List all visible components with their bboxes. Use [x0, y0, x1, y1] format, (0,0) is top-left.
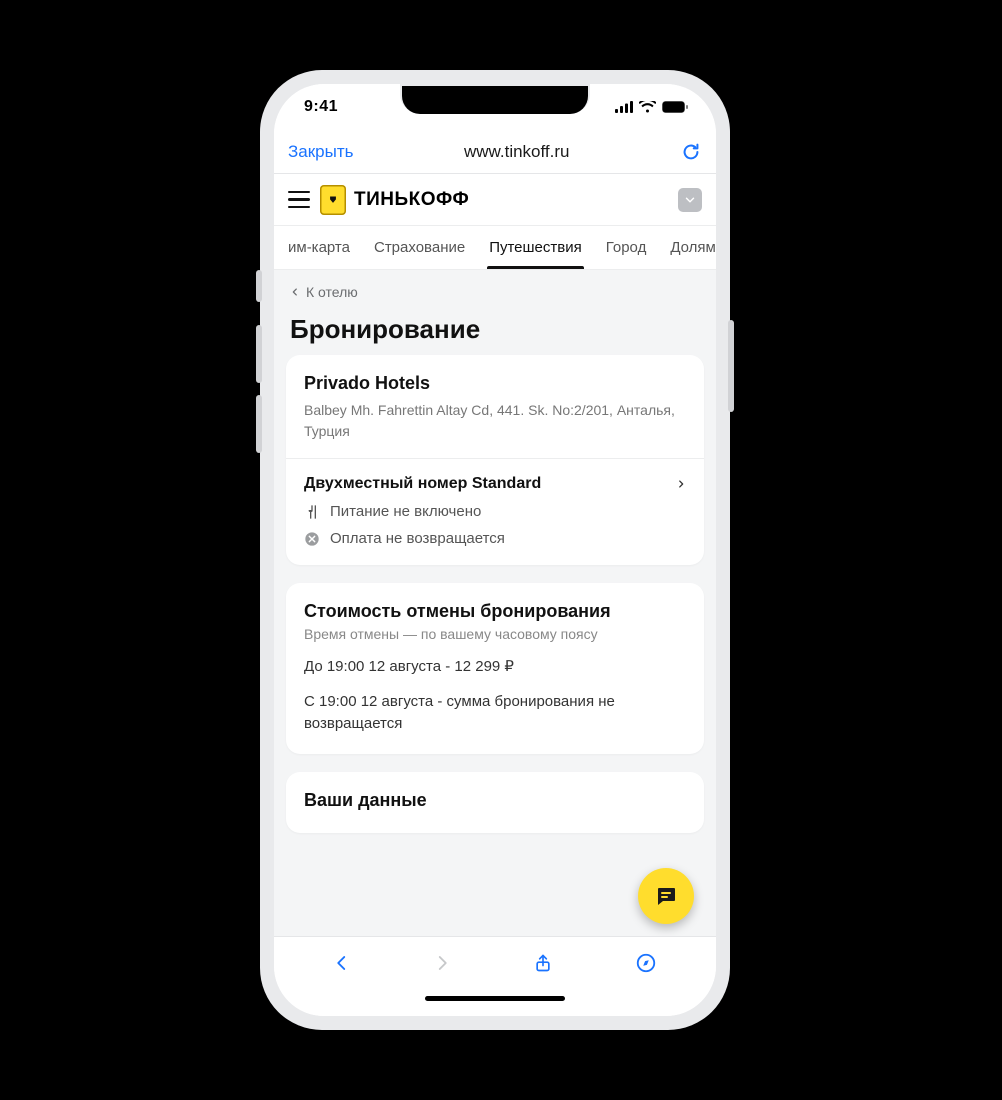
chevron-left-icon [333, 951, 351, 975]
browser-back-button[interactable] [333, 951, 351, 975]
chevron-right-icon [676, 477, 686, 491]
browser-tabs-button[interactable] [635, 952, 657, 974]
your-data-card: Ваши данные [286, 772, 704, 833]
x-circle-icon [304, 531, 320, 547]
room-row[interactable]: Двухместный номер Standard [304, 475, 686, 493]
reload-icon [680, 141, 702, 163]
cancellation-subtitle: Время отмены — по вашему часовому поясу [304, 626, 686, 642]
battery-icon [662, 101, 688, 113]
feature-meals: Питание не включено [304, 503, 686, 520]
phone-side-button [256, 395, 262, 453]
tab-city[interactable]: Город [606, 226, 647, 269]
tab-insurance[interactable]: Страхование [374, 226, 465, 269]
cancellation-title: Стоимость отмены бронирования [304, 601, 686, 622]
feature-refund: Оплата не возвращается [304, 530, 686, 547]
site-header: ТИНЬКОФФ [274, 174, 716, 226]
browser-url[interactable]: www.tinkoff.ru [464, 142, 570, 162]
cancellation-line: С 19:00 12 августа - сумма бронирования … [304, 691, 686, 736]
cellular-icon [615, 101, 633, 113]
feature-text: Оплата не возвращается [330, 530, 505, 547]
phone-notch [400, 84, 590, 114]
header-dropdown-button[interactable] [678, 188, 702, 212]
brand-name: ТИНЬКОФФ [354, 189, 469, 211]
room-name: Двухместный номер Standard [304, 475, 666, 493]
compass-icon [635, 952, 657, 974]
hotel-card: Privado Hotels Balbey Mh. Fahrettin Alta… [286, 355, 704, 565]
browser-share-button[interactable] [533, 951, 553, 975]
browser-reload-button[interactable] [680, 141, 702, 163]
hotel-name: Privado Hotels [304, 373, 686, 394]
chat-icon [654, 884, 678, 908]
phone-frame: 9:41 Закрыть www.tinkoff.ru [260, 70, 730, 1030]
phone-side-button [728, 320, 734, 412]
chevron-right-icon [433, 951, 451, 975]
phone-side-button [256, 325, 262, 383]
home-indicator[interactable] [425, 996, 565, 1001]
home-indicator-area [274, 988, 716, 1016]
hotel-address: Balbey Mh. Fahrettin Altay Cd, 441. Sk. … [304, 400, 686, 442]
shield-icon [320, 185, 346, 215]
category-tabs: им-карта Страхование Путешествия Город Д… [274, 226, 716, 270]
browser-bottom-bar [274, 936, 716, 988]
page-title: Бронирование [286, 314, 704, 355]
status-time: 9:41 [304, 98, 338, 116]
feature-text: Питание не включено [330, 503, 481, 520]
chevron-left-icon [290, 286, 300, 298]
cutlery-icon [304, 504, 320, 520]
hamburger-icon [288, 191, 310, 194]
tab-travel[interactable]: Путешествия [489, 226, 582, 269]
page-content: К отелю Бронирование Privado Hotels Balb… [274, 270, 716, 936]
back-link[interactable]: К отелю [286, 270, 704, 314]
status-indicators [615, 101, 688, 113]
brand-logo[interactable]: ТИНЬКОФФ [320, 185, 469, 215]
your-data-title: Ваши данные [304, 790, 686, 811]
menu-button[interactable] [288, 191, 310, 209]
chat-button[interactable] [638, 868, 694, 924]
chevron-down-icon [683, 193, 697, 207]
wifi-icon [639, 101, 656, 113]
tab-dolyami[interactable]: Долями [670, 226, 716, 269]
phone-screen: 9:41 Закрыть www.tinkoff.ru [274, 84, 716, 1016]
divider [286, 458, 704, 459]
share-icon [533, 951, 553, 975]
status-bar: 9:41 [274, 84, 716, 130]
back-link-label: К отелю [306, 284, 358, 300]
tab-sim[interactable]: им-карта [288, 226, 350, 269]
browser-top-bar: Закрыть www.tinkoff.ru [274, 130, 716, 174]
browser-close-button[interactable]: Закрыть [288, 142, 353, 162]
cancellation-line: До 19:00 12 августа - 12 299 ₽ [304, 656, 686, 679]
cancellation-card: Стоимость отмены бронирования Время отме… [286, 583, 704, 754]
browser-forward-button[interactable] [433, 951, 451, 975]
phone-side-button [256, 270, 262, 302]
